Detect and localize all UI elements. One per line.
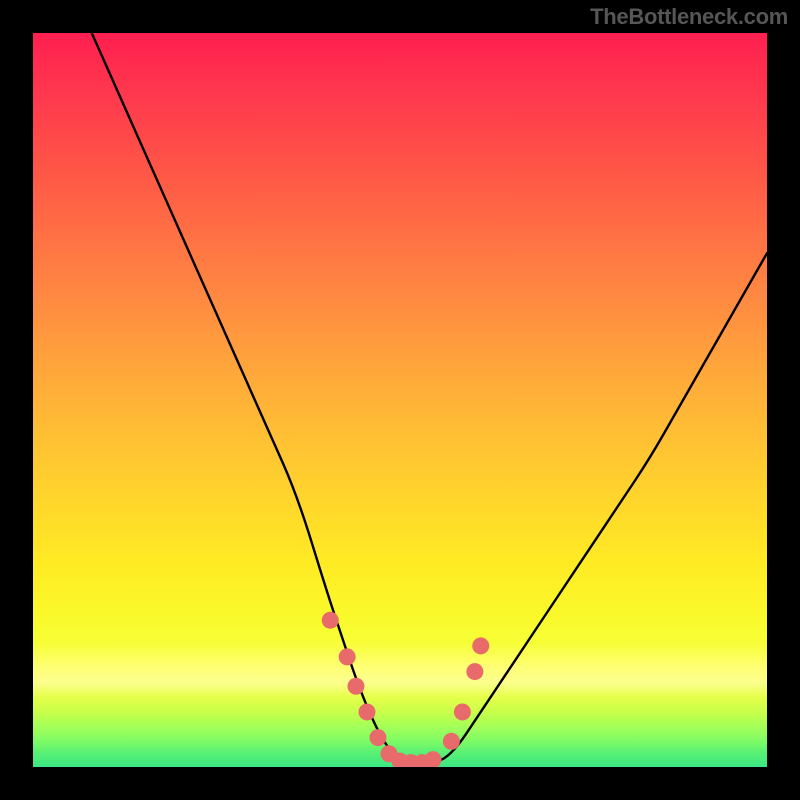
bottleneck-curve — [92, 33, 767, 763]
plot-area — [33, 33, 767, 767]
trough-marker — [443, 733, 460, 750]
chart-container: TheBottleneck.com — [0, 0, 800, 800]
trough-marker — [358, 703, 375, 720]
watermark-text: TheBottleneck.com — [590, 4, 788, 30]
trough-marker — [425, 751, 442, 767]
trough-marker — [369, 729, 386, 746]
trough-marker — [322, 612, 339, 629]
trough-marker — [466, 663, 483, 680]
trough-marker — [347, 678, 364, 695]
curve-layer — [33, 33, 767, 767]
trough-marker — [339, 648, 356, 665]
trough-markers — [322, 612, 489, 767]
trough-marker — [472, 637, 489, 654]
trough-marker — [454, 703, 471, 720]
